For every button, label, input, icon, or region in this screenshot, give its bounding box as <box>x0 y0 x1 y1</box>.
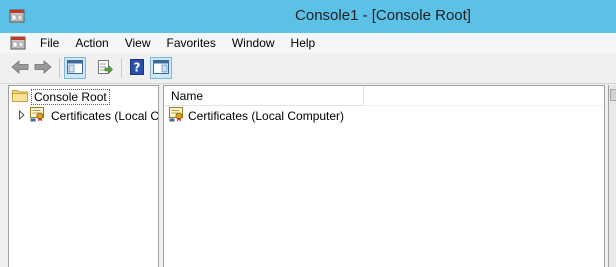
menu-favorites[interactable]: Favorites <box>159 33 224 53</box>
tree-item-label: Certificates (Local C <box>51 108 159 123</box>
column-header-name[interactable]: Name <box>164 86 364 106</box>
help-icon: ? <box>130 58 144 78</box>
show-hide-console-tree-icon <box>67 59 83 77</box>
mmc-console-icon[interactable] <box>10 35 26 51</box>
content-area: Console Root Certificates (Local C Name … <box>0 84 616 267</box>
forward-arrow-icon <box>34 59 52 77</box>
results-list-pane[interactable]: Name Certificates (Local Computer) <box>163 85 605 267</box>
menu-bar: File Action View Favorites Window Help <box>0 33 616 53</box>
export-list-icon <box>97 59 113 78</box>
show-hide-console-tree-button[interactable] <box>64 57 86 79</box>
menu-file[interactable]: File <box>32 33 67 53</box>
back-button[interactable] <box>9 57 31 79</box>
menu-window[interactable]: Window <box>224 33 283 53</box>
expand-arrow-icon[interactable] <box>18 109 26 123</box>
back-arrow-icon <box>11 59 29 77</box>
forward-button[interactable] <box>32 57 54 79</box>
action-pane-edge[interactable] <box>608 85 616 267</box>
show-hide-action-pane-button[interactable] <box>150 57 172 79</box>
menu-view[interactable]: View <box>117 33 159 53</box>
menu-help[interactable]: Help <box>283 33 324 53</box>
svg-text:?: ? <box>134 60 141 74</box>
mmc-window: Console1 - [Console Root] File Action Vi… <box>0 0 616 267</box>
tree-item-console-root[interactable]: Console Root <box>12 88 110 105</box>
certificate-icon <box>30 106 46 125</box>
help-button[interactable]: ? <box>126 57 148 79</box>
toolbar: ? <box>0 54 616 84</box>
tree-item-certificates[interactable]: Certificates (Local C <box>18 106 159 125</box>
certificate-icon <box>169 107 185 125</box>
toolbar-separator <box>59 58 60 78</box>
window-title: Console1 - [Console Root] <box>295 7 471 24</box>
folder-icon <box>12 88 28 105</box>
console-tree-pane[interactable]: Console Root Certificates (Local C <box>8 85 159 267</box>
export-list-button[interactable] <box>94 57 116 79</box>
column-header-filler <box>364 86 604 106</box>
show-hide-action-pane-icon <box>153 59 169 77</box>
tree-item-label: Console Root <box>31 88 110 105</box>
list-item[interactable]: Certificates (Local Computer) <box>169 107 344 125</box>
toolbar-separator <box>121 58 122 78</box>
scrollbar-thumb[interactable] <box>610 89 616 101</box>
menu-action[interactable]: Action <box>67 33 116 53</box>
title-bar[interactable]: Console1 - [Console Root] <box>0 0 616 33</box>
list-item-name: Certificates (Local Computer) <box>188 109 345 123</box>
